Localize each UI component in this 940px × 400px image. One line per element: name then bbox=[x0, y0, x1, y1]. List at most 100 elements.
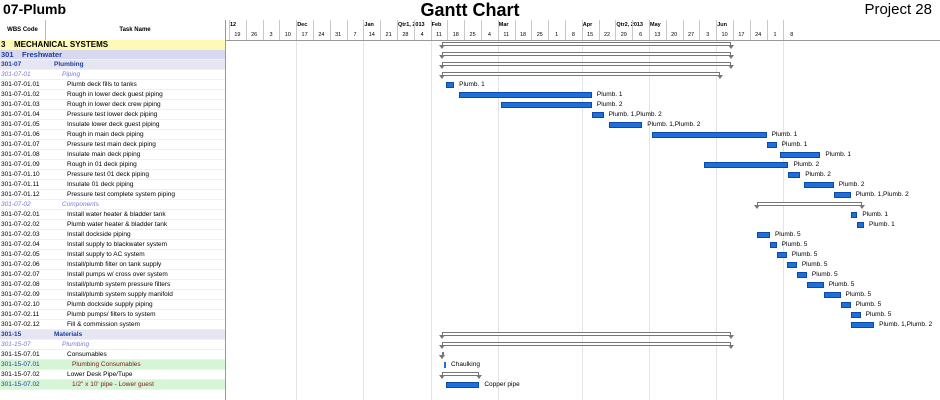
task-bar[interactable] bbox=[786, 262, 797, 268]
task-bar[interactable] bbox=[445, 382, 480, 388]
task-name-cell: Lower Desk Pipe/Tupe bbox=[67, 371, 133, 378]
wbs-code-cell: 301-07-02.08 bbox=[1, 281, 40, 288]
table-row[interactable]: 301-07-01.08 Insulate main deck piping bbox=[0, 150, 225, 160]
task-bar[interactable] bbox=[803, 182, 834, 188]
timeline-week-label: 25 bbox=[469, 32, 476, 38]
summary-end-marker bbox=[439, 375, 446, 379]
task-bar[interactable] bbox=[445, 82, 455, 88]
summary-bar[interactable] bbox=[756, 202, 863, 206]
task-bar[interactable] bbox=[769, 242, 777, 248]
table-row[interactable]: 301-07-01.01 Plumb deck fills to tanks bbox=[0, 80, 225, 90]
table-row[interactable]: 3 MECHANICAL SYSTEMS bbox=[0, 40, 225, 50]
summary-bar[interactable] bbox=[442, 332, 732, 336]
table-row[interactable]: 301-07-01 Piping bbox=[0, 70, 225, 80]
wbs-code-cell: 301-07-02.05 bbox=[1, 251, 40, 258]
table-row[interactable]: 301-07-02.04 Install supply to blackwater… bbox=[0, 240, 225, 250]
table-row[interactable]: 301-07-02.11 Plumb pumps/ filters to syst… bbox=[0, 310, 225, 320]
table-row[interactable]: 301-07-02.09 Install/plumb system supply … bbox=[0, 290, 225, 300]
wbs-code-cell: 301-07-02.06 bbox=[1, 261, 40, 268]
timeline-week-label: 7 bbox=[353, 32, 357, 38]
table-row[interactable]: 301-07-01.12 Pressure test complete syste… bbox=[0, 190, 225, 200]
task-bar[interactable] bbox=[857, 222, 865, 228]
task-bar[interactable] bbox=[788, 172, 801, 178]
table-row[interactable]: 301-07-01.03 Rough in lower deck crew pip… bbox=[0, 100, 225, 110]
task-bar[interactable] bbox=[608, 122, 643, 128]
table-row[interactable]: 301-15-07.01 Plumbing Consumables bbox=[0, 360, 225, 370]
timeline-week-label: 3 bbox=[269, 32, 273, 38]
timeline-week-label: 18 bbox=[452, 32, 459, 38]
task-bar[interactable] bbox=[833, 192, 851, 198]
table-row[interactable]: 301-07-01.05 Insulate lower deck guest pi… bbox=[0, 120, 225, 130]
summary-bar[interactable] bbox=[442, 52, 732, 56]
table-row[interactable]: 301-07-01.04 Pressure test lower deck pip… bbox=[0, 110, 225, 120]
table-row[interactable]: 301-15-07.02 1/2" x 10' pipe - Lower gues… bbox=[0, 380, 225, 390]
wbs-code-cell: 301-07 bbox=[1, 61, 22, 68]
table-row[interactable]: 301-07-02.03 Install dockside piping bbox=[0, 230, 225, 240]
table-row[interactable]: 301-07-01.10 Pressure test 01 deck piping bbox=[0, 170, 225, 180]
table-row[interactable]: 301 Freshwater bbox=[0, 50, 225, 60]
table-row[interactable]: 301-07-01.07 Pressure test main deck pipi… bbox=[0, 140, 225, 150]
resource-label: Chaulking bbox=[451, 361, 480, 368]
task-name-cell: Pressure test 01 deck piping bbox=[67, 171, 150, 178]
table-row[interactable]: 301-07-02.05 Install supply to AC system bbox=[0, 250, 225, 260]
task-bar[interactable] bbox=[756, 232, 770, 238]
task-bar[interactable] bbox=[796, 272, 807, 278]
wbs-code-cell: 301-07-02 bbox=[1, 201, 31, 208]
task-bar[interactable] bbox=[823, 292, 841, 298]
table-row[interactable]: 301-15-07.01 Consumables bbox=[0, 350, 225, 360]
summary-end-marker bbox=[728, 65, 735, 69]
table-row[interactable]: 301-07-02.10 Plumb dockside supply piping bbox=[0, 300, 225, 310]
timeline-week-label: 21 bbox=[385, 32, 392, 38]
table-row[interactable]: 301-07-01.06 Rough in main deck piping bbox=[0, 130, 225, 140]
timeline-month-label: Jun bbox=[717, 22, 727, 28]
table-row[interactable]: 301-07-02.12 Fill & commission system bbox=[0, 320, 225, 330]
resource-label: Copper pipe bbox=[484, 381, 520, 388]
task-bar[interactable] bbox=[850, 212, 858, 218]
wbs-code-cell: 301-07-02.03 bbox=[1, 231, 40, 238]
timeline-week-label: 26 bbox=[251, 32, 258, 38]
table-row[interactable]: 301-15 Materials bbox=[0, 330, 225, 340]
table-row[interactable]: 301-07-02.01 Install water heater & bladd… bbox=[0, 210, 225, 220]
task-bar[interactable] bbox=[652, 132, 767, 138]
table-row[interactable]: 301-07-02 Components bbox=[0, 200, 225, 210]
task-bar[interactable] bbox=[806, 282, 824, 288]
timeline-week-label: 17 bbox=[738, 32, 745, 38]
summary-bar[interactable] bbox=[442, 42, 732, 46]
table-row[interactable]: 301-07-02.02 Plumb water heater & bladder… bbox=[0, 220, 225, 230]
task-bar[interactable] bbox=[591, 112, 604, 118]
task-bar[interactable] bbox=[459, 92, 592, 98]
wbs-column-header[interactable]: WBS Code bbox=[0, 20, 46, 41]
table-row[interactable]: 301-07-01.09 Rough in 01 deck piping bbox=[0, 160, 225, 170]
table-row[interactable]: 301-07-02.08 Install/plumb system pressur… bbox=[0, 280, 225, 290]
task-name-cell: Freshwater bbox=[22, 50, 63, 59]
table-row[interactable]: 301-07-02.07 Install pumps w/ cross over … bbox=[0, 270, 225, 280]
task-name-cell: Rough in lower deck guest piping bbox=[67, 91, 163, 98]
summary-bar[interactable] bbox=[442, 62, 732, 66]
task-bar[interactable] bbox=[850, 322, 875, 328]
summary-bar[interactable] bbox=[442, 372, 480, 376]
resource-label: Plumb. 1 bbox=[869, 221, 895, 228]
task-bar[interactable] bbox=[766, 142, 777, 148]
resource-label: Plumb. 5 bbox=[791, 251, 818, 258]
table-row[interactable]: 301-15-07 Plumbing bbox=[0, 340, 225, 350]
table-row[interactable]: 301-07-02.06 Install/plumb filter on tank… bbox=[0, 260, 225, 270]
task-bar[interactable] bbox=[776, 252, 787, 258]
milestone-marker[interactable] bbox=[444, 362, 447, 368]
timeline-week-label: 11 bbox=[503, 32, 510, 38]
summary-bar[interactable] bbox=[442, 342, 732, 346]
task-name-cell: Piping bbox=[62, 71, 81, 78]
resource-label: Plumb. 1 bbox=[781, 141, 808, 148]
summary-bar[interactable] bbox=[442, 72, 720, 76]
task-name-cell: Insulate main deck piping bbox=[67, 151, 141, 158]
task-bar[interactable] bbox=[501, 102, 592, 108]
task-column-header[interactable]: Task Name bbox=[45, 20, 225, 41]
task-bar[interactable] bbox=[840, 302, 851, 308]
table-row[interactable]: 301-07 Plumbing bbox=[0, 60, 225, 70]
task-bar[interactable] bbox=[704, 162, 789, 168]
table-row[interactable]: 301-15-07.02 Lower Desk Pipe/Tupe bbox=[0, 370, 225, 380]
task-bar[interactable] bbox=[780, 152, 821, 158]
table-row[interactable]: 301-07-01.11 Insulate 01 deck piping bbox=[0, 180, 225, 190]
table-row[interactable]: 301-07-01.02 Rough in lower deck guest pi… bbox=[0, 90, 225, 100]
task-name-cell: Consumables bbox=[67, 351, 107, 358]
task-bar[interactable] bbox=[850, 312, 861, 318]
